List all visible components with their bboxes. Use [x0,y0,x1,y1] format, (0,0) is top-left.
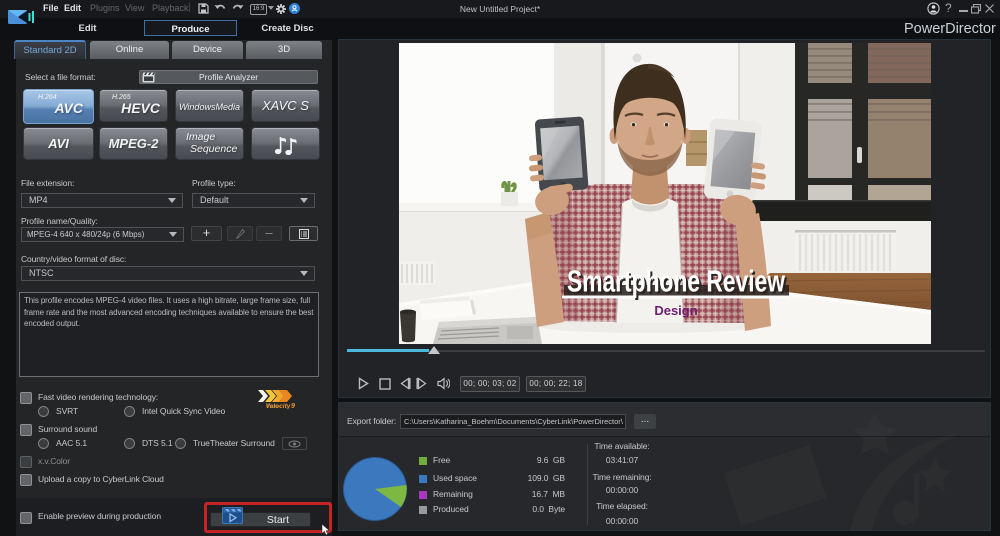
svg-text:Smartphone Review: Smartphone Review [567,264,786,299]
svg-text:9: 9 [291,403,295,409]
svg-text:Velocity: Velocity [266,403,291,409]
svg-text:Design: Design [654,303,697,318]
